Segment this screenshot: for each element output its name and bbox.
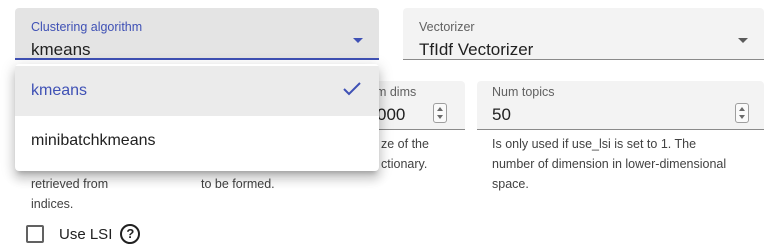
use-lsi-label[interactable]: Use LSI — [59, 226, 112, 243]
num-topics-stepper-icon[interactable] — [735, 103, 749, 123]
help-line: retrieved from — [31, 177, 109, 191]
num-topics-input[interactable]: Num topics 50 — [477, 81, 764, 130]
num-topics-help-text: Is only used if use_lsi is set to 1. The… — [492, 134, 726, 194]
help-line: ctionary. — [381, 157, 428, 171]
clustering-algorithm-select[interactable]: Clustering algorithm kmeans — [15, 8, 379, 60]
dropdown-arrow-icon[interactable] — [738, 38, 748, 43]
num-topics-label: Num topics — [492, 85, 555, 99]
menu-item-label: minibatchkmeans — [31, 132, 156, 149]
use-lsi-checkbox[interactable] — [26, 225, 44, 243]
vectorizer-select[interactable]: Vectorizer TfIdf Vectorizer — [403, 8, 764, 60]
num-dims-stepper-icon[interactable] — [433, 103, 447, 123]
algorithm-help-text: retrieved from indices. — [31, 174, 108, 214]
menu-item-kmeans[interactable]: kmeans — [15, 66, 379, 116]
vectorizer-label: Vectorizer — [419, 20, 475, 34]
check-icon — [343, 82, 361, 96]
num-dims-value[interactable]: 000 — [377, 105, 405, 125]
clustering-algorithm-label: Clustering algorithm — [31, 20, 143, 34]
menu-item-label: kmeans — [31, 82, 88, 99]
question-icon[interactable]: ? — [120, 224, 141, 244]
help-line: number of dimension in lower-dimensional — [492, 157, 727, 171]
help-line: space. — [492, 177, 529, 191]
clustering-algorithm-menu: kmeans minibatchkmeans — [15, 64, 379, 171]
num-dims-help-text: ze of the ctionary. — [381, 134, 429, 174]
clustering-algorithm-value: kmeans — [31, 40, 91, 59]
clusters-help-text: to be formed. — [201, 174, 275, 194]
help-line: indices. — [31, 197, 74, 211]
menu-item-minibatchkmeans[interactable]: minibatchkmeans — [15, 116, 379, 166]
vectorizer-value: TfIdf Vectorizer — [419, 40, 534, 59]
dropdown-arrow-icon[interactable] — [353, 38, 363, 43]
num-topics-value[interactable]: 50 — [492, 105, 511, 125]
use-lsi-row: Use LSI ? — [26, 222, 141, 246]
help-line: to be formed. — [201, 177, 275, 191]
help-line: ze of the — [381, 137, 429, 151]
help-line: Is only used if use_lsi is set to 1. The — [492, 137, 697, 151]
